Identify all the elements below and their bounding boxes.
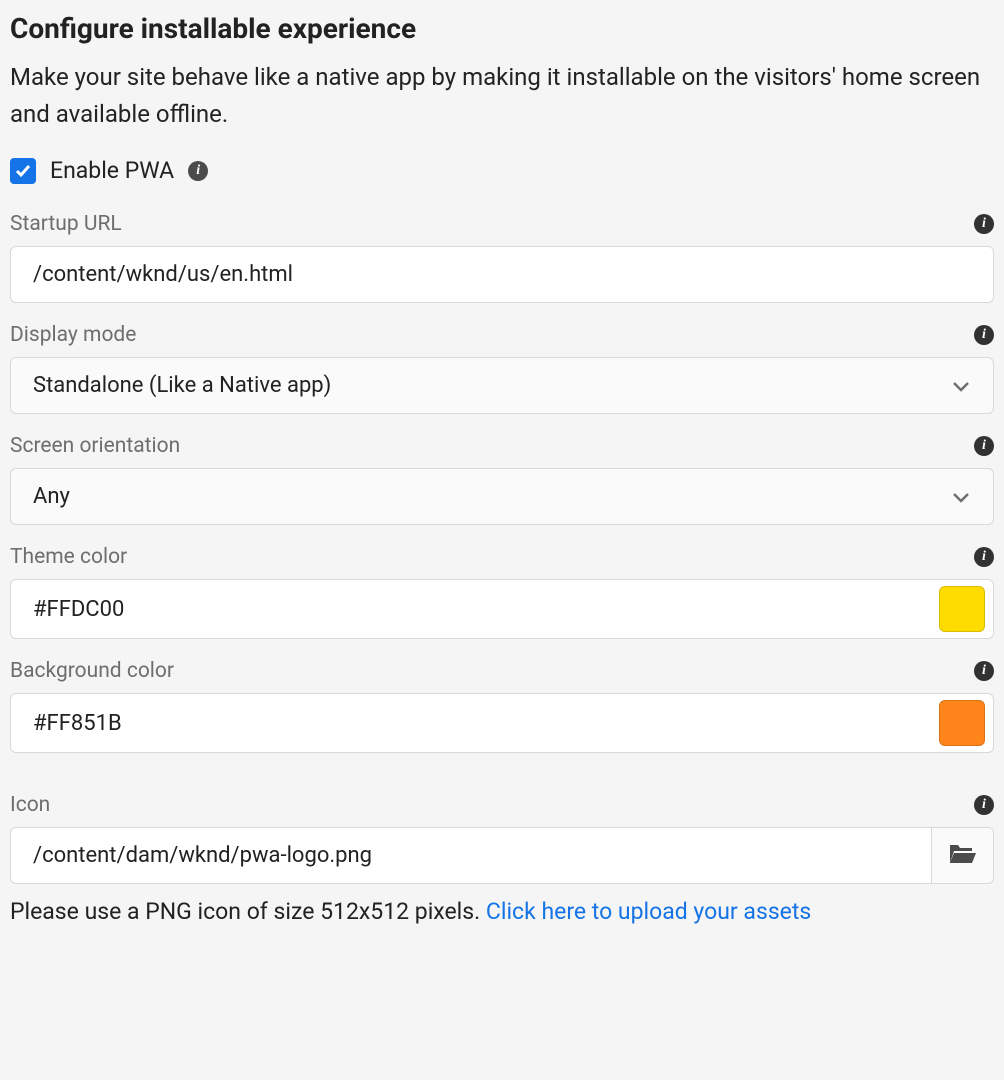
enable-pwa-checkbox[interactable] xyxy=(10,158,36,184)
field-screen-orientation: Screen orientation i Any xyxy=(10,434,994,525)
page-description: Make your site behave like a native app … xyxy=(10,59,994,133)
field-startup-url: Startup URL i /content/wknd/us/en.html xyxy=(10,212,994,303)
theme-color-swatch[interactable] xyxy=(939,586,985,632)
startup-url-input[interactable]: /content/wknd/us/en.html xyxy=(10,246,994,303)
background-color-input[interactable]: #FF851B xyxy=(10,693,994,753)
screen-orientation-select[interactable]: Any xyxy=(10,468,994,525)
background-color-swatch[interactable] xyxy=(939,700,985,746)
info-icon[interactable]: i xyxy=(974,214,994,234)
screen-orientation-label: Screen orientation xyxy=(10,434,180,458)
page-title: Configure installable experience xyxy=(10,12,994,45)
display-mode-label: Display mode xyxy=(10,323,136,347)
theme-color-value: #FFDC00 xyxy=(33,593,927,626)
display-mode-select[interactable]: Standalone (Like a Native app) xyxy=(10,357,994,414)
enable-pwa-label: Enable PWA xyxy=(50,157,174,184)
theme-color-input[interactable]: #FFDC00 xyxy=(10,579,994,639)
icon-label: Icon xyxy=(10,793,50,817)
info-icon[interactable]: i xyxy=(974,436,994,456)
browse-button[interactable] xyxy=(931,828,993,883)
screen-orientation-value: Any xyxy=(33,484,70,509)
info-icon[interactable]: i xyxy=(974,661,994,681)
field-icon: Icon i /content/dam/wknd/pwa-logo.png Pl… xyxy=(10,793,994,925)
background-color-value: #FF851B xyxy=(33,707,927,740)
chevron-down-icon xyxy=(951,484,971,509)
startup-url-label: Startup URL xyxy=(10,212,122,236)
info-icon[interactable]: i xyxy=(188,161,208,181)
icon-path-input[interactable]: /content/dam/wknd/pwa-logo.png xyxy=(11,828,931,883)
info-icon[interactable]: i xyxy=(974,547,994,567)
chevron-down-icon xyxy=(951,373,971,398)
folder-open-icon xyxy=(948,841,978,871)
field-theme-color: Theme color i #FFDC00 xyxy=(10,545,994,639)
display-mode-value: Standalone (Like a Native app) xyxy=(33,373,331,398)
upload-assets-link[interactable]: Click here to upload your assets xyxy=(486,898,811,925)
field-background-color: Background color i #FF851B xyxy=(10,659,994,753)
icon-hint: Please use a PNG icon of size 512x512 pi… xyxy=(10,898,994,925)
icon-hint-text: Please use a PNG icon of size 512x512 pi… xyxy=(10,898,486,925)
enable-pwa-row: Enable PWA i xyxy=(10,157,994,184)
field-display-mode: Display mode i Standalone (Like a Native… xyxy=(10,323,994,414)
theme-color-label: Theme color xyxy=(10,545,127,569)
background-color-label: Background color xyxy=(10,659,174,683)
info-icon[interactable]: i xyxy=(974,795,994,815)
info-icon[interactable]: i xyxy=(974,325,994,345)
